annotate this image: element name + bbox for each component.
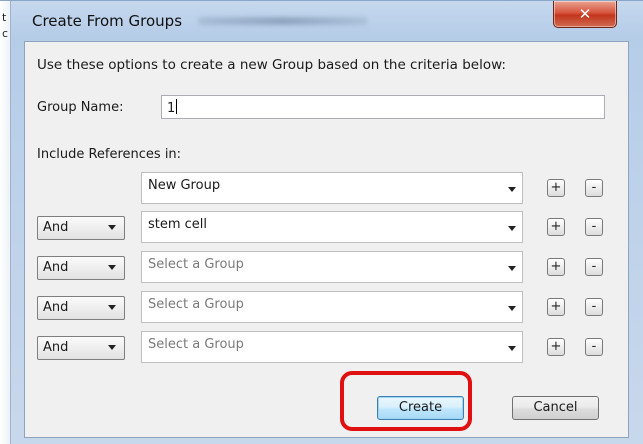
operator-select[interactable]: And	[37, 216, 125, 240]
cancel-button[interactable]: Cancel	[512, 396, 599, 420]
plus-icon: +	[550, 299, 562, 314]
group-select[interactable]: Select a Group	[141, 331, 523, 363]
operator-value: And	[43, 340, 69, 355]
chevron-down-icon	[108, 225, 116, 230]
dialog-window: t c Create From Groups ✕ Use these optio…	[0, 0, 643, 444]
strip-char: c	[2, 27, 9, 40]
add-row-button[interactable]: +	[547, 338, 565, 356]
criteria-row: New Group + -	[25, 172, 628, 204]
group-select-value: stem cell	[148, 217, 208, 232]
group-select-placeholder: Select a Group	[148, 337, 244, 352]
remove-row-button[interactable]: -	[585, 338, 603, 356]
remove-row-button[interactable]: -	[585, 179, 603, 197]
operator-select[interactable]: And	[37, 336, 125, 360]
group-name-input[interactable]: 1	[161, 95, 605, 119]
plus-icon: +	[550, 259, 562, 274]
operator-value: And	[43, 220, 69, 235]
group-select-placeholder: Select a Group	[148, 297, 244, 312]
operator-value: And	[43, 300, 69, 315]
add-row-button[interactable]: +	[547, 218, 565, 236]
chevron-down-icon	[508, 226, 516, 231]
operator-select[interactable]: And	[37, 256, 125, 280]
minus-icon: -	[591, 219, 597, 234]
criteria-row: And Select a Group + -	[25, 331, 628, 363]
group-name-value: 1	[167, 101, 176, 116]
chevron-down-icon	[108, 345, 116, 350]
operator-select[interactable]: And	[37, 296, 125, 320]
group-select[interactable]: stem cell	[141, 211, 523, 243]
text-caret	[176, 99, 178, 114]
group-select-placeholder: Select a Group	[148, 257, 244, 272]
window-title: Create From Groups	[32, 12, 183, 30]
minus-icon: -	[591, 339, 597, 354]
criteria-row: And stem cell + -	[25, 211, 628, 243]
group-select[interactable]: Select a Group	[141, 291, 523, 323]
annotation-highlight	[340, 371, 472, 431]
remove-row-button[interactable]: -	[585, 218, 603, 236]
include-references-label: Include References in:	[37, 147, 182, 162]
remove-row-button[interactable]: -	[585, 258, 603, 276]
group-select[interactable]: Select a Group	[141, 251, 523, 283]
dialog-client-area: Use these options to create a new Group …	[24, 41, 629, 438]
criteria-row: And Select a Group + -	[25, 291, 628, 323]
chevron-down-icon	[508, 306, 516, 311]
description-text: Use these options to create a new Group …	[37, 57, 506, 73]
background-app-strip: t c	[0, 1, 11, 444]
add-row-button[interactable]: +	[547, 298, 565, 316]
chevron-down-icon	[108, 265, 116, 270]
criteria-row: And Select a Group + -	[25, 251, 628, 283]
operator-value: And	[43, 260, 69, 275]
chevron-down-icon	[108, 305, 116, 310]
chevron-down-icon	[508, 346, 516, 351]
blurred-title-text	[198, 17, 368, 25]
close-button[interactable]: ✕	[553, 1, 617, 28]
minus-icon: -	[591, 180, 597, 195]
group-name-label: Group Name:	[37, 100, 124, 115]
plus-icon: +	[550, 180, 562, 195]
plus-icon: +	[550, 219, 562, 234]
remove-row-button[interactable]: -	[585, 298, 603, 316]
group-select-value: New Group	[148, 178, 221, 193]
close-icon: ✕	[578, 5, 592, 23]
add-row-button[interactable]: +	[547, 258, 565, 276]
add-row-button[interactable]: +	[547, 179, 565, 197]
strip-char: t	[2, 11, 7, 24]
chevron-down-icon	[508, 266, 516, 271]
minus-icon: -	[591, 299, 597, 314]
plus-icon: +	[550, 339, 562, 354]
chevron-down-icon	[508, 187, 516, 192]
group-select[interactable]: New Group	[141, 172, 523, 204]
minus-icon: -	[591, 259, 597, 274]
